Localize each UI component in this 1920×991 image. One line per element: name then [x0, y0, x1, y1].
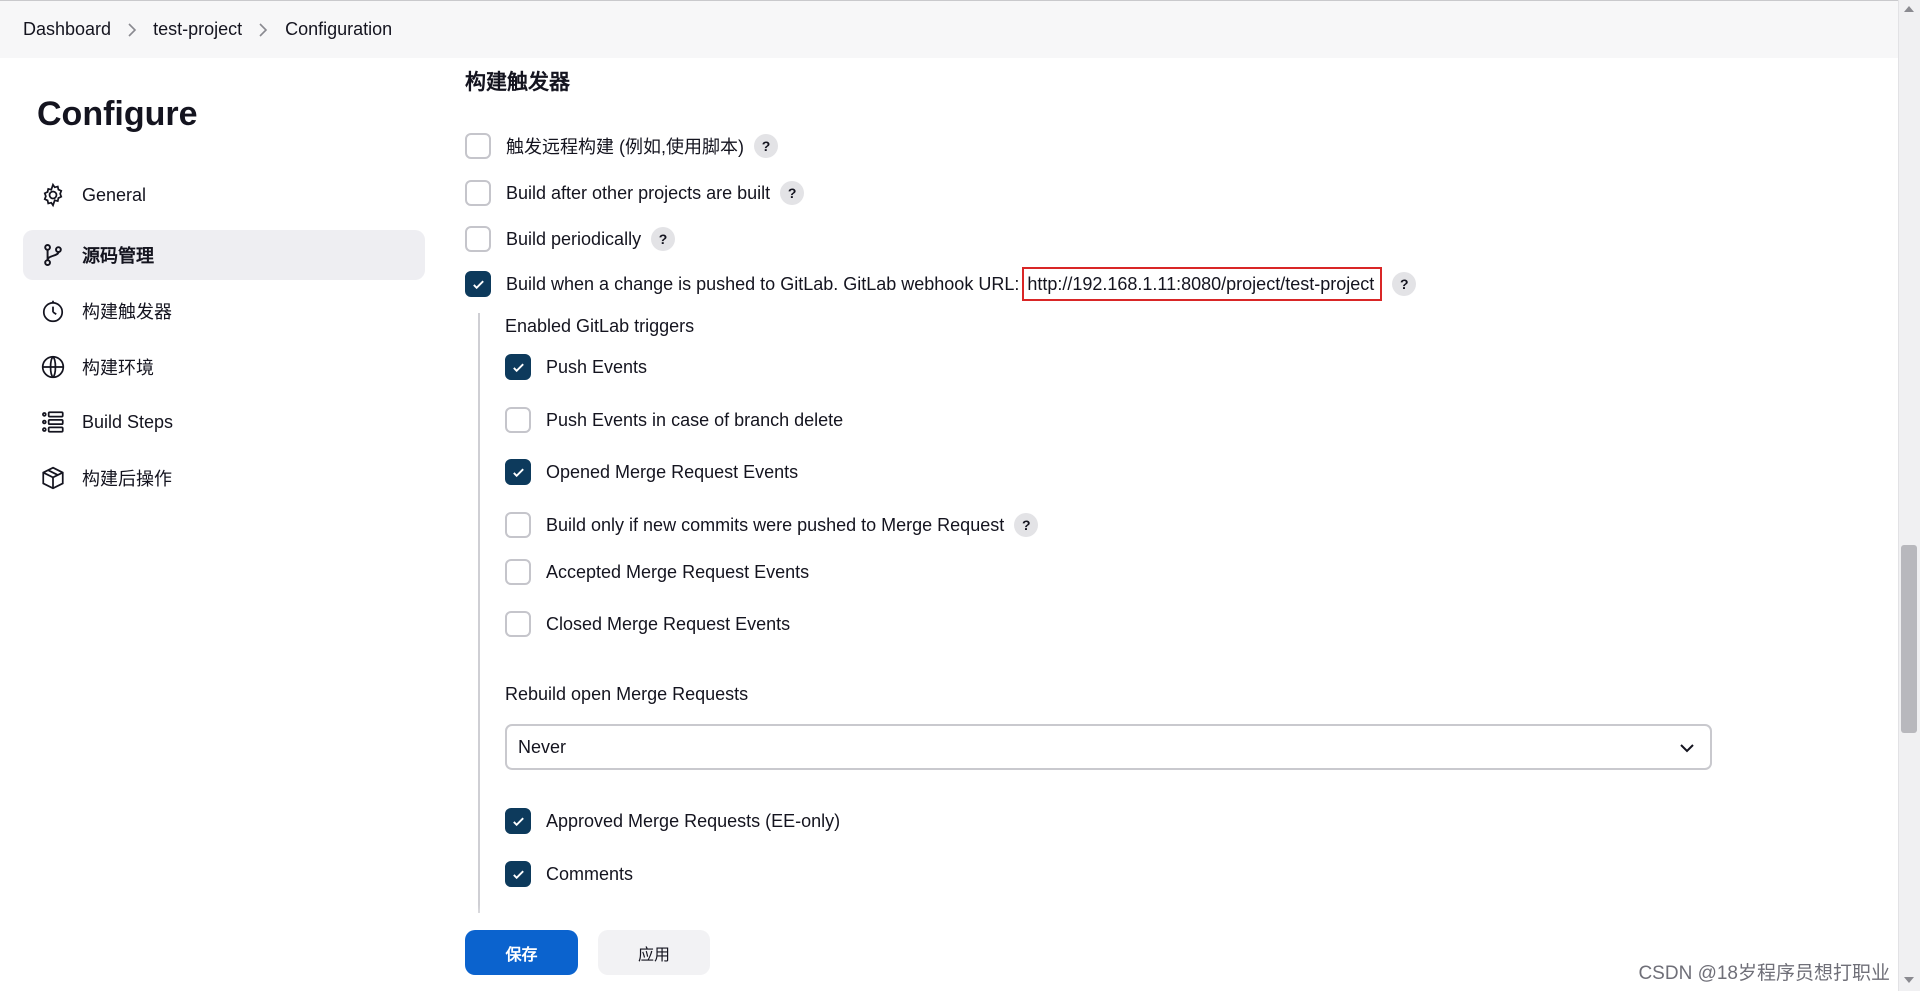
chevron-right-icon — [111, 22, 153, 37]
option-push-events: Push Events — [505, 354, 647, 380]
option-new-commits-mr: Build only if new commits were pushed to… — [505, 512, 1039, 538]
save-button[interactable]: 保存 — [465, 930, 578, 975]
page-title: Configure — [37, 95, 198, 133]
checkbox[interactable] — [465, 271, 491, 297]
check-icon — [512, 363, 524, 372]
option-approved-mr: Approved Merge Requests (EE-only) — [505, 808, 840, 834]
apply-button[interactable]: 应用 — [598, 930, 710, 975]
rebuild-label: Rebuild open Merge Requests — [505, 684, 749, 704]
checkbox[interactable] — [465, 133, 491, 159]
checkbox-label: Opened Merge Request Events — [546, 461, 799, 482]
breadcrumb: Dashboard test-project Configuration — [0, 0, 1898, 58]
checkbox[interactable] — [505, 459, 531, 485]
sidebar-item-label: 构建后操作 — [82, 469, 172, 489]
watermark: CSDN @18岁程序员想打职业 — [1638, 963, 1890, 984]
git-branch-icon — [40, 242, 66, 268]
checkbox[interactable] — [505, 354, 531, 380]
scrollbar[interactable] — [1898, 0, 1920, 991]
option-comments: Comments — [505, 861, 633, 887]
checkbox-label: Approved Merge Requests (EE-only) — [546, 810, 841, 831]
option-closed-mr: Closed Merge Request Events — [505, 611, 790, 637]
scrollbar-thumb[interactable] — [1901, 545, 1917, 733]
gitlab-triggers-heading: Enabled GitLab triggers — [505, 316, 695, 336]
sidebar-item-label: 源码管理 — [82, 246, 154, 266]
checkbox[interactable] — [505, 559, 531, 585]
sidebar-item-label: 构建触发器 — [82, 302, 172, 322]
option-accepted-mr: Accepted Merge Request Events — [505, 559, 809, 585]
gear-icon — [40, 182, 66, 208]
checkbox[interactable] — [465, 180, 491, 206]
list-steps-icon — [40, 409, 66, 435]
trigger-remote-build: 触发远程构建 (例如,使用脚本) ? — [465, 133, 778, 159]
webhook-url: http://192.168.1.11:8080/project/test-pr… — [1022, 267, 1383, 301]
checkbox-label: Accepted Merge Request Events — [546, 561, 810, 582]
globe-icon — [40, 354, 66, 380]
breadcrumb-dashboard[interactable]: Dashboard — [23, 19, 111, 40]
sidebar-item-source-control[interactable]: 源码管理 — [23, 230, 425, 280]
help-icon[interactable]: ? — [1014, 513, 1039, 537]
checkbox[interactable] — [505, 512, 531, 538]
option-push-branch-delete: Push Events in case of branch delete — [505, 407, 843, 433]
check-icon — [512, 468, 524, 477]
checkbox-label: Comments — [546, 863, 634, 884]
help-icon[interactable]: ? — [754, 134, 778, 158]
sidebar-item-build-steps[interactable]: Build Steps — [23, 397, 425, 447]
chevron-right-icon — [242, 22, 285, 37]
trigger-build-periodically: Build periodically ? — [465, 226, 676, 252]
checkbox[interactable] — [505, 611, 531, 637]
select-value: Never — [518, 736, 567, 757]
checkbox-label: Build when a change is pushed to GitLab.… — [506, 273, 1020, 294]
trigger-after-other-projects: Build after other projects are built ? — [465, 180, 805, 206]
sidebar-item-build-environment[interactable]: 构建环境 — [23, 342, 425, 392]
sidebar-item-post-build[interactable]: 构建后操作 — [23, 453, 425, 503]
scroll-down-icon[interactable] — [1904, 977, 1914, 983]
checkbox[interactable] — [505, 861, 531, 887]
checkbox[interactable] — [505, 407, 531, 433]
check-icon — [512, 817, 524, 826]
sidebar-item-general[interactable]: General — [23, 170, 425, 220]
section-title: 构建触发器 — [465, 71, 570, 94]
checkbox[interactable] — [465, 226, 491, 252]
checkbox-label: Push Events — [546, 356, 648, 377]
package-icon — [40, 465, 66, 491]
checkbox-label: 触发远程构建 (例如,使用脚本) — [506, 137, 744, 157]
check-icon — [472, 280, 484, 289]
trigger-gitlab-push: Build when a change is pushed to GitLab.… — [465, 267, 1417, 301]
sidebar-item-label: General — [82, 184, 147, 205]
checkbox-label: Build periodically — [506, 228, 642, 249]
scroll-up-icon[interactable] — [1904, 6, 1914, 12]
checkbox-label: Build after other projects are built — [506, 182, 771, 203]
check-icon — [512, 870, 524, 879]
chevron-down-icon — [1680, 744, 1694, 753]
help-icon[interactable]: ? — [780, 181, 805, 205]
rebuild-select[interactable]: Never — [505, 724, 1712, 770]
checkbox-label: Closed Merge Request Events — [546, 613, 791, 634]
help-icon[interactable]: ? — [651, 227, 676, 251]
sidebar-item-build-triggers[interactable]: 构建触发器 — [23, 286, 425, 336]
help-icon[interactable]: ? — [1392, 272, 1417, 296]
checkbox[interactable] — [505, 808, 531, 834]
breadcrumb-configuration[interactable]: Configuration — [285, 19, 392, 40]
checkbox-label: Build only if new commits were pushed to… — [546, 514, 1005, 535]
option-opened-mr: Opened Merge Request Events — [505, 459, 798, 485]
sidebar-item-label: 构建环境 — [82, 358, 154, 378]
timer-icon — [40, 298, 66, 324]
breadcrumb-project[interactable]: test-project — [153, 19, 242, 40]
sidebar-item-label: Build Steps — [82, 411, 174, 432]
nested-section-line — [478, 313, 480, 913]
sidebar: Configure General 源码管理 构建触发器 构建环境 Build … — [0, 57, 440, 991]
checkbox-label: Push Events in case of branch delete — [546, 409, 844, 430]
